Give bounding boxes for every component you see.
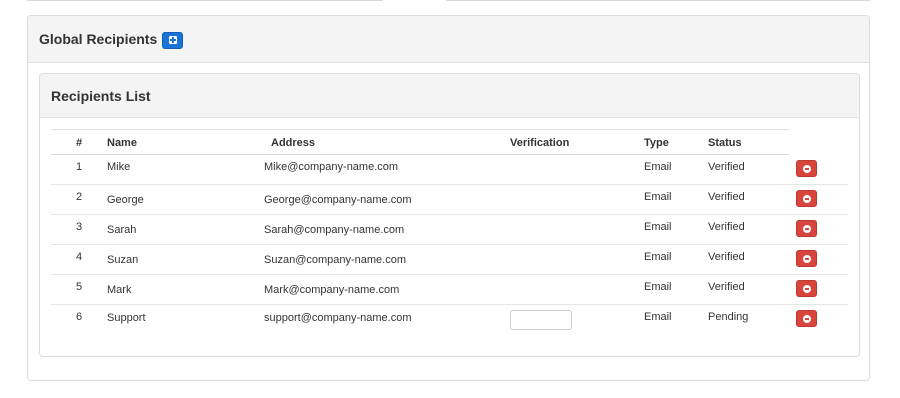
row-number: 4 [76, 251, 83, 263]
recipient-address: support@company-name.com [264, 312, 412, 324]
delete-recipient-button[interactable] [796, 310, 817, 327]
minus-circle-icon [802, 284, 811, 293]
recipient-type: Email [644, 191, 672, 203]
recipients-list-title: Recipients List [51, 87, 151, 104]
recipients-table: # Name Address Verification Type Status … [51, 129, 848, 335]
recipient-type: Email [644, 251, 672, 263]
row-number: 5 [76, 281, 83, 293]
recipient-address: Mark@company-name.com [264, 284, 400, 296]
table-row: 4 Suzan Suzan@company-name.com Email Ver… [51, 245, 848, 275]
recipient-address: Sarah@company-name.com [264, 224, 405, 236]
global-recipients-heading: Global Recipients [28, 16, 869, 63]
minus-circle-icon [802, 194, 811, 203]
delete-recipient-button[interactable] [796, 220, 817, 237]
recipient-name: Mike [107, 161, 131, 173]
column-header-number: # [76, 137, 83, 149]
recipient-address: Suzan@company-name.com [264, 254, 407, 266]
column-header-name: Name [107, 137, 137, 149]
minus-circle-icon [802, 314, 811, 323]
recipient-type: Email [644, 311, 672, 323]
row-number: 1 [76, 161, 83, 173]
row-number: 6 [76, 311, 83, 323]
recipient-name: Suzan [107, 254, 139, 266]
delete-recipient-button[interactable] [796, 190, 817, 207]
delete-recipient-button[interactable] [796, 250, 817, 267]
column-header-type: Type [644, 137, 669, 149]
delete-recipient-button[interactable] [796, 280, 817, 297]
table-header: # Name Address Verification Type Status [51, 129, 789, 155]
global-recipients-panel: Global Recipients Recipients List # Name… [27, 15, 870, 381]
recipient-status: Verified [708, 161, 745, 173]
recipient-name: George [107, 194, 144, 206]
verification-code-input[interactable] [510, 310, 572, 330]
column-header-verification: Verification [510, 137, 570, 149]
recipient-status: Verified [708, 221, 745, 233]
add-recipient-button[interactable] [162, 31, 184, 49]
recipient-name: Mark [107, 284, 132, 296]
minus-circle-icon [802, 164, 811, 173]
recipient-status: Verified [708, 191, 745, 203]
recipient-status: Pending [708, 311, 749, 323]
recipient-name: Sarah [107, 224, 137, 236]
table-row: 3 Sarah Sarah@company-name.com Email Ver… [51, 215, 848, 245]
table-row: 1 Mike Mike@company-name.com Email Verif… [51, 155, 848, 185]
recipient-address: Mike@company-name.com [264, 161, 399, 173]
column-header-address: Address [271, 137, 316, 149]
minus-circle-icon [802, 254, 811, 263]
recipients-list-heading: Recipients List [40, 74, 859, 118]
row-number: 3 [76, 221, 83, 233]
plus-square-icon [168, 36, 177, 44]
global-recipients-title: Global Recipients [39, 31, 158, 47]
delete-recipient-button[interactable] [796, 160, 817, 177]
minus-circle-icon [802, 224, 811, 233]
top-divider-right [446, 0, 870, 1]
table-row: 2 George George@company-name.com Email V… [51, 185, 848, 215]
recipient-status: Verified [708, 251, 745, 263]
recipient-type: Email [644, 161, 672, 173]
recipient-name: Support [107, 312, 146, 324]
table-row: 6 Support support@company-name.com Email… [51, 305, 848, 335]
recipient-status: Verified [708, 281, 745, 293]
recipient-type: Email [644, 281, 672, 293]
recipient-type: Email [644, 221, 672, 233]
recipient-address: George@company-name.com [264, 194, 412, 206]
recipients-list-panel: Recipients List # Name Address Verificat… [39, 73, 860, 357]
table-row: 5 Mark Mark@company-name.com Email Verif… [51, 275, 848, 305]
column-header-status: Status [708, 137, 742, 149]
top-divider-left [27, 0, 383, 1]
row-number: 2 [76, 191, 83, 203]
